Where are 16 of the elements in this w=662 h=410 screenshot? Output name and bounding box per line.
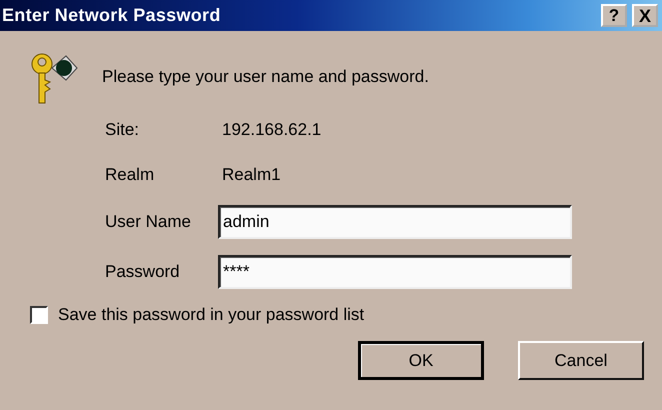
info-label: Realm xyxy=(105,164,156,186)
dialog-button[interactable]: Cancel xyxy=(518,341,644,380)
field-label: Password xyxy=(105,262,181,282)
info-label: Site: xyxy=(105,119,140,141)
window-title: Enter Network Password xyxy=(2,5,221,26)
info-value: Realm1 xyxy=(222,164,282,186)
checkbox-label: Save this password in your password list xyxy=(58,305,364,325)
close-button[interactable]: X xyxy=(632,4,658,27)
dialog-button[interactable]: OK xyxy=(358,341,484,380)
prompt-message: Please type your user name and password. xyxy=(102,67,429,87)
input-field[interactable]: admin xyxy=(218,205,572,239)
field-label: User Name xyxy=(105,212,192,232)
save-password-checkbox[interactable] xyxy=(30,306,48,324)
input-field[interactable]: **** xyxy=(218,255,572,289)
info-value: 192.168.62.1 xyxy=(222,119,322,141)
help-button[interactable]: ? xyxy=(601,4,627,27)
